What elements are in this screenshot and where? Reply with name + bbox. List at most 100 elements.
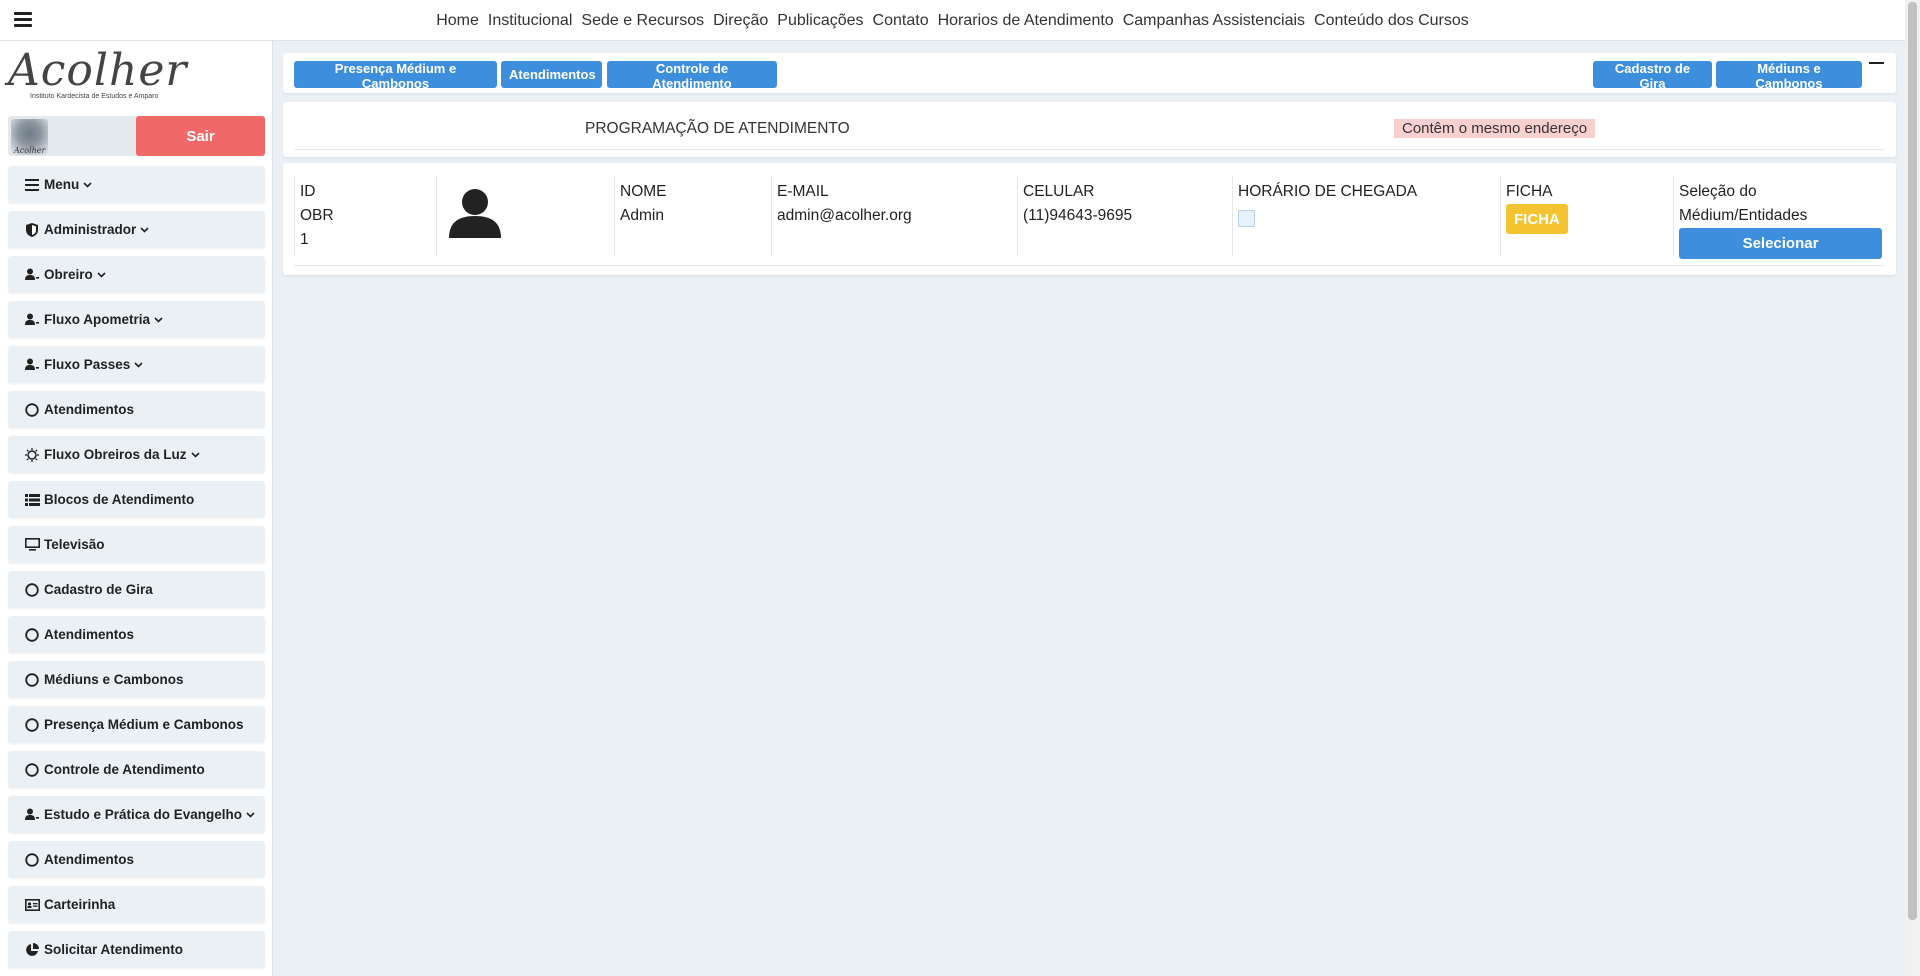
nav-link-conteudo-cursos[interactable]: Conteúdo dos Cursos bbox=[1314, 12, 1469, 30]
chevron-down-icon bbox=[154, 316, 163, 323]
selection-cell: Seleção do Médium/Entidades Selecionar bbox=[1673, 176, 1885, 259]
sidebar-item-mediuns-e-cambonos[interactable]: Médiuns e Cambonos bbox=[8, 661, 265, 698]
sidebar-item-administrador[interactable]: Administrador bbox=[8, 211, 265, 248]
id-type: OBR bbox=[300, 207, 334, 224]
circle-icon bbox=[24, 717, 40, 733]
email-header: E-MAIL bbox=[777, 183, 829, 200]
sidebar-item-label: Médiuns e Cambonos bbox=[44, 672, 184, 687]
sidebar-item-label: Blocos de Atendimento bbox=[44, 492, 195, 507]
circle-icon bbox=[24, 402, 40, 418]
sidebar-item-label: Menu bbox=[44, 177, 80, 192]
shield-icon bbox=[24, 222, 40, 238]
sidebar-item-label: Atendimentos bbox=[44, 402, 135, 417]
user-gear-icon bbox=[24, 357, 40, 373]
bars-icon bbox=[24, 177, 40, 193]
minimize-icon[interactable] bbox=[1869, 62, 1884, 64]
presenca-medium-button[interactable]: Presença Médium e Cambonos bbox=[294, 61, 497, 91]
sidebar-item-atendimentos[interactable]: Atendimentos bbox=[8, 391, 265, 428]
top-navbar: Home Institucional Sede e Recursos Direç… bbox=[0, 0, 1905, 41]
sidebar-item-menu[interactable]: Menu bbox=[8, 166, 265, 203]
nav-link-home[interactable]: Home bbox=[436, 12, 479, 30]
nav-link-sede-recursos[interactable]: Sede e Recursos bbox=[581, 12, 704, 30]
scrollbar-thumb[interactable] bbox=[1908, 2, 1917, 920]
nav-link-contato[interactable]: Contato bbox=[873, 12, 929, 30]
sidebar-menu: Menu Administrador Obreiro Fluxo Apometria F… bbox=[8, 166, 265, 976]
arrival-header: HORÁRIO DE CHEGADA bbox=[1238, 183, 1418, 200]
sidebar-item-label: Presença Médium e Cambonos bbox=[44, 717, 244, 732]
sidebar-item-presenca-medium-e-cambonos[interactable]: Presença Médium e Cambonos bbox=[8, 706, 265, 743]
sidebar-item-label: Televisão bbox=[44, 537, 105, 552]
chevron-down-icon bbox=[83, 181, 92, 188]
nav-link-horarios[interactable]: Horarios de Atendimento bbox=[938, 12, 1114, 30]
atendimentos-button[interactable]: Atendimentos bbox=[501, 61, 602, 88]
row-divider bbox=[294, 265, 1885, 266]
divider bbox=[294, 149, 1885, 150]
mediuns-cambonos-button[interactable]: Médiuns e Cambonos bbox=[1716, 61, 1862, 91]
sidebar-item-carteirinha[interactable]: Carteirinha bbox=[8, 886, 265, 923]
action-toolbar: Presença Médium e Cambonos Atendimentos … bbox=[283, 53, 1896, 93]
sidebar: Acolher Instituto Kardecista de Estudos … bbox=[0, 41, 273, 976]
nav-link-campanhas[interactable]: Campanhas Assistenciais bbox=[1123, 12, 1305, 30]
sidebar-item-solicitar-atendimento[interactable]: Solicitar Atendimento bbox=[8, 931, 265, 968]
user-gear-icon bbox=[24, 807, 40, 823]
sidebar-item-label: Fluxo Apometria bbox=[44, 312, 151, 327]
top-nav-links: Home Institucional Sede e Recursos Direç… bbox=[0, 0, 1905, 41]
phone-value: (11)94643-9695 bbox=[1023, 207, 1133, 224]
sidebar-item-cadastro-de-gira[interactable]: Cadastro de Gira bbox=[8, 571, 265, 608]
chevron-down-icon bbox=[134, 361, 143, 368]
sidebar-item-label: Atendimentos bbox=[44, 627, 135, 642]
logo[interactable]: Acolher Instituto Kardecista de Estudos … bbox=[8, 45, 186, 105]
selection-header: Seleção do Médium/Entidades bbox=[1679, 183, 1808, 224]
ficha-button[interactable]: FICHA bbox=[1506, 204, 1568, 234]
sidebar-item-atendimentos[interactable]: Atendimentos bbox=[8, 616, 265, 653]
sidebar-item-fluxo-passes[interactable]: Fluxo Passes bbox=[8, 346, 265, 383]
id-card-icon bbox=[24, 897, 40, 913]
name-value: Admin bbox=[620, 207, 664, 224]
sidebar-item-atendimentos[interactable]: Atendimentos bbox=[8, 841, 265, 878]
user-row: Acolher Sair bbox=[8, 116, 265, 156]
email-value: admin@acolher.org bbox=[777, 207, 912, 224]
sidebar-item-label: Cadastro de Gira bbox=[44, 582, 153, 597]
cadastro-gira-button[interactable]: Cadastro de Gira bbox=[1593, 61, 1712, 91]
logout-button[interactable]: Sair bbox=[136, 116, 265, 156]
phone-header: CELULAR bbox=[1023, 183, 1095, 200]
id-value: 1 bbox=[300, 231, 309, 248]
nav-link-institucional[interactable]: Institucional bbox=[488, 12, 573, 30]
chevron-down-icon bbox=[140, 226, 149, 233]
logo-subtitle: Instituto Kardecista de Estudos e Amparo bbox=[30, 93, 159, 100]
sidebar-item-obreiro[interactable]: Obreiro bbox=[8, 256, 265, 293]
ficha-header: FICHA bbox=[1506, 183, 1553, 200]
controle-atendimento-button[interactable]: Controle de Atendimento bbox=[607, 61, 777, 91]
logo-text: Acolher bbox=[8, 45, 188, 96]
sidebar-item-estudo-e-pratica-do-evangelho[interactable]: Estudo e Prática do Evangelho bbox=[8, 796, 265, 833]
user-gear-icon bbox=[24, 267, 40, 283]
email-cell: E-MAIL admin@acolher.org bbox=[771, 176, 1017, 256]
circle-icon bbox=[24, 762, 40, 778]
sidebar-item-fluxo-apometria[interactable]: Fluxo Apometria bbox=[8, 301, 265, 338]
user-photo-icon bbox=[449, 189, 501, 238]
circle-icon bbox=[24, 582, 40, 598]
sidebar-item-label: Atendimentos bbox=[44, 852, 135, 867]
sidebar-item-blocos-de-atendimento[interactable]: Blocos de Atendimento bbox=[8, 481, 265, 518]
nav-link-publicacoes[interactable]: Publicações bbox=[777, 12, 863, 30]
sidebar-item-label: Carteirinha bbox=[44, 897, 116, 912]
arrival-checkbox[interactable] bbox=[1238, 210, 1255, 227]
attendance-table: ID OBR 1 NOME Admin E-MAIL admin@acolher… bbox=[283, 163, 1896, 275]
sidebar-item-label: Obreiro bbox=[44, 267, 93, 282]
sidebar-item-fluxo-obreiros-da-luz[interactable]: Fluxo Obreiros da Luz bbox=[8, 436, 265, 473]
sidebar-item-controle-de-atendimento[interactable]: Controle de Atendimento bbox=[8, 751, 265, 788]
id-cell: ID OBR 1 bbox=[294, 176, 436, 256]
chart-pie-icon bbox=[24, 942, 40, 958]
page-scrollbar[interactable] bbox=[1905, 0, 1920, 976]
selecionar-button[interactable]: Selecionar bbox=[1679, 228, 1882, 259]
nav-link-direcao[interactable]: Direção bbox=[713, 12, 768, 30]
tv-icon bbox=[24, 537, 40, 553]
name-cell: NOME Admin bbox=[614, 176, 771, 256]
programacao-panel: PROGRAMAÇÃO DE ATENDIMENTO Contêm o mesm… bbox=[283, 102, 1896, 157]
sidebar-item-televisao[interactable]: Televisão bbox=[8, 526, 265, 563]
circle-icon bbox=[24, 672, 40, 688]
sidebar-item-label: Estudo e Prática do Evangelho bbox=[44, 807, 243, 822]
arrival-cell: HORÁRIO DE CHEGADA bbox=[1232, 176, 1500, 256]
sidebar-item-label: Administrador bbox=[44, 222, 137, 237]
id-header: ID bbox=[300, 183, 316, 200]
